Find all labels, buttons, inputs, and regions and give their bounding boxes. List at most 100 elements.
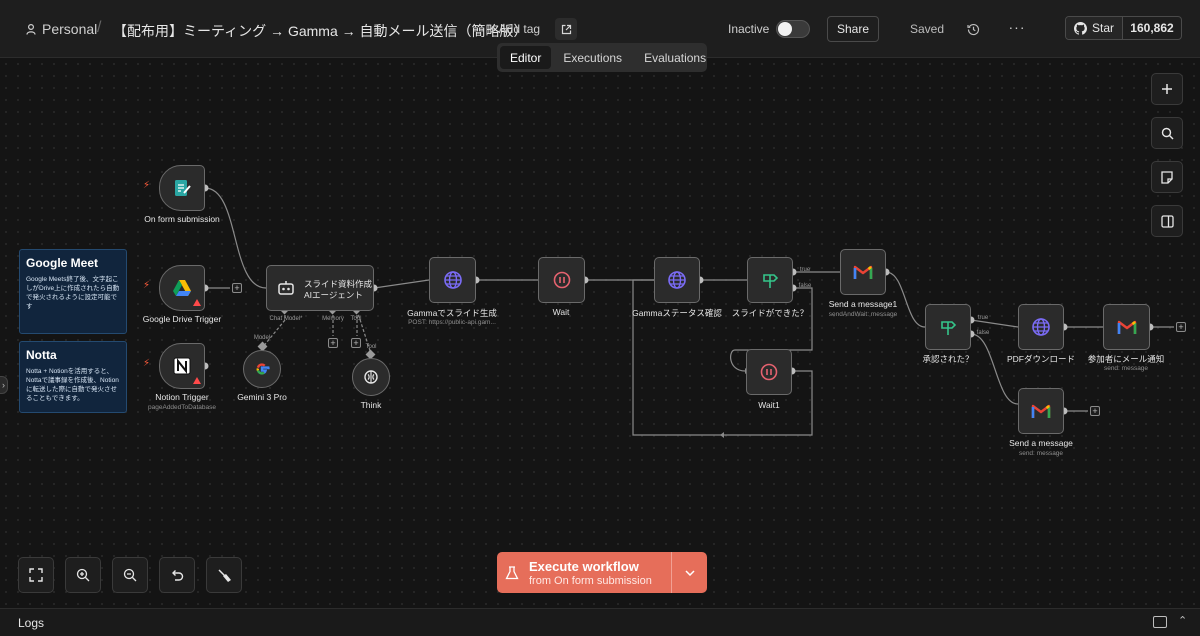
undo-button[interactable]	[159, 557, 195, 593]
node-if-approved[interactable]	[925, 304, 971, 350]
branch-false-label: false	[798, 283, 812, 289]
share-button[interactable]: Share	[827, 16, 879, 42]
active-state-label: Inactive	[728, 22, 770, 36]
note-google-meet[interactable]: Google Meet Google Meets終了後、文字起こしがDrive上…	[19, 249, 127, 334]
conn-agent-gamma	[373, 279, 430, 289]
node-subtitle: send: message	[1103, 365, 1149, 372]
github-star-widget[interactable]: Star 160,862	[1065, 16, 1182, 40]
branch-false-label: false	[976, 330, 990, 336]
logs-label: Logs	[18, 616, 45, 630]
node-gemini[interactable]	[243, 350, 281, 388]
port-label-memory: Memory	[322, 316, 344, 322]
sticky-note-icon	[1161, 170, 1173, 184]
search-tool[interactable]	[1151, 117, 1183, 149]
add-node-button[interactable]: +	[1176, 322, 1186, 332]
node-pdf-download[interactable]	[1018, 304, 1064, 350]
open-external-button[interactable]	[555, 18, 577, 40]
add-tool-button[interactable]: +	[351, 338, 361, 348]
tab-evaluations[interactable]: Evaluations	[634, 46, 716, 69]
warning-icon	[193, 377, 201, 384]
more-options-icon[interactable]: ···	[1007, 19, 1027, 39]
form-icon	[175, 180, 191, 196]
note-title: Google Meet	[26, 256, 99, 270]
robot-icon	[278, 281, 294, 295]
add-node-button[interactable]: +	[232, 283, 242, 293]
gmail-icon	[853, 265, 873, 279]
node-label: 承認された？	[922, 354, 974, 364]
panel-icon	[1160, 214, 1174, 228]
add-tag-button[interactable]: + Add tag	[489, 22, 540, 36]
save-status: Saved	[910, 22, 945, 36]
execute-sub: from On form submission	[529, 574, 652, 587]
notion-icon	[173, 357, 191, 375]
pause-icon	[553, 271, 570, 289]
node-send-message1[interactable]	[840, 249, 886, 295]
add-node-button[interactable]: +	[1090, 406, 1100, 416]
note-title: Notta	[26, 348, 57, 362]
fit-view-button[interactable]	[18, 557, 54, 593]
logs-bar[interactable]: Logs ⌃	[0, 608, 1200, 636]
node-wait1[interactable]	[746, 349, 792, 395]
workflow-title[interactable]: 【配布用】ミーティング → Gamma → 自動メール送信（簡略版）	[113, 21, 528, 41]
node-gamma-slide[interactable]	[429, 257, 476, 303]
flask-icon	[505, 565, 519, 579]
agent-label-line2: AIエージェント	[304, 290, 363, 300]
brain-icon	[364, 370, 378, 384]
google-icon	[256, 363, 270, 375]
globe-icon	[1032, 318, 1050, 336]
node-label: PDFダウンロード	[1006, 354, 1076, 364]
conn-approved-true-pdf	[970, 319, 1019, 328]
add-memory-button[interactable]: +	[328, 338, 338, 348]
zoom-in-icon	[76, 568, 90, 582]
plus-icon	[1162, 84, 1172, 94]
workflow-canvas[interactable]: Google Meet Google Meets終了後、文字起こしがDrive上…	[0, 58, 1200, 608]
workspace-breadcrumb[interactable]: Personal	[26, 21, 97, 37]
note-body: Google Meets終了後、文字起こしがDrive上に作成されたら自動で発火…	[26, 276, 120, 310]
history-button[interactable]	[963, 19, 983, 39]
tidy-up-button[interactable]	[206, 557, 242, 593]
github-star-button[interactable]: Star	[1066, 17, 1123, 39]
active-toggle[interactable]	[776, 20, 810, 38]
execute-workflow-button[interactable]: Execute workflow from On form submission	[497, 552, 707, 593]
workspace-name: Personal	[42, 21, 98, 37]
node-gamma-status[interactable]	[654, 257, 700, 303]
add-node-tool[interactable]	[1151, 73, 1183, 105]
execute-options-button[interactable]	[671, 552, 707, 593]
node-think[interactable]	[352, 358, 390, 396]
node-label: Gammaでスライド生成	[407, 308, 497, 318]
node-wait[interactable]	[538, 257, 585, 303]
node-form-trigger[interactable]	[159, 165, 205, 211]
note-notta[interactable]: Notta Notta + Notionを活用すると、Nottaで議事録を作成後…	[19, 341, 127, 413]
port-label-tool: Tool	[365, 344, 377, 350]
tab-editor[interactable]: Editor	[500, 46, 552, 69]
node-label: Wait1	[758, 400, 780, 410]
tab-executions[interactable]: Executions	[553, 46, 632, 69]
execute-main[interactable]: Execute workflow from On form submission	[497, 552, 671, 593]
node-if-slide-done[interactable]	[747, 257, 793, 303]
node-subtitle: pageAddedToDatabase	[148, 404, 216, 411]
globe-icon	[443, 271, 462, 289]
logs-panel-icon[interactable]	[1153, 616, 1167, 628]
node-send-message[interactable]	[1018, 388, 1064, 434]
node-label: Send a message1	[828, 299, 898, 309]
port-label-chat-model: Chat Model*	[269, 316, 303, 322]
google-drive-icon	[173, 280, 191, 296]
node-label: 参加者にメール通知	[1087, 354, 1165, 364]
github-icon	[1073, 21, 1087, 35]
conn-approved-false-send	[970, 333, 1019, 405]
chevron-up-icon[interactable]: ⌃	[1178, 614, 1187, 627]
sidebar-toggle[interactable]: ›	[0, 376, 8, 394]
toggle-panel-tool[interactable]	[1151, 205, 1183, 237]
gmail-icon	[1117, 320, 1136, 334]
sticky-note-tool[interactable]	[1151, 161, 1183, 193]
warning-icon	[193, 299, 201, 306]
undo-icon	[172, 570, 184, 581]
node-label: On form submission	[144, 214, 220, 224]
zoom-in-button[interactable]	[65, 557, 101, 593]
github-star-count: 160,862	[1130, 21, 1174, 35]
trigger-bolt-icon: ⚡	[143, 180, 151, 191]
node-notify-participants[interactable]	[1103, 304, 1150, 350]
zoom-out-button[interactable]	[112, 557, 148, 593]
globe-icon	[668, 271, 686, 289]
node-label: スライドができた？	[731, 308, 809, 318]
